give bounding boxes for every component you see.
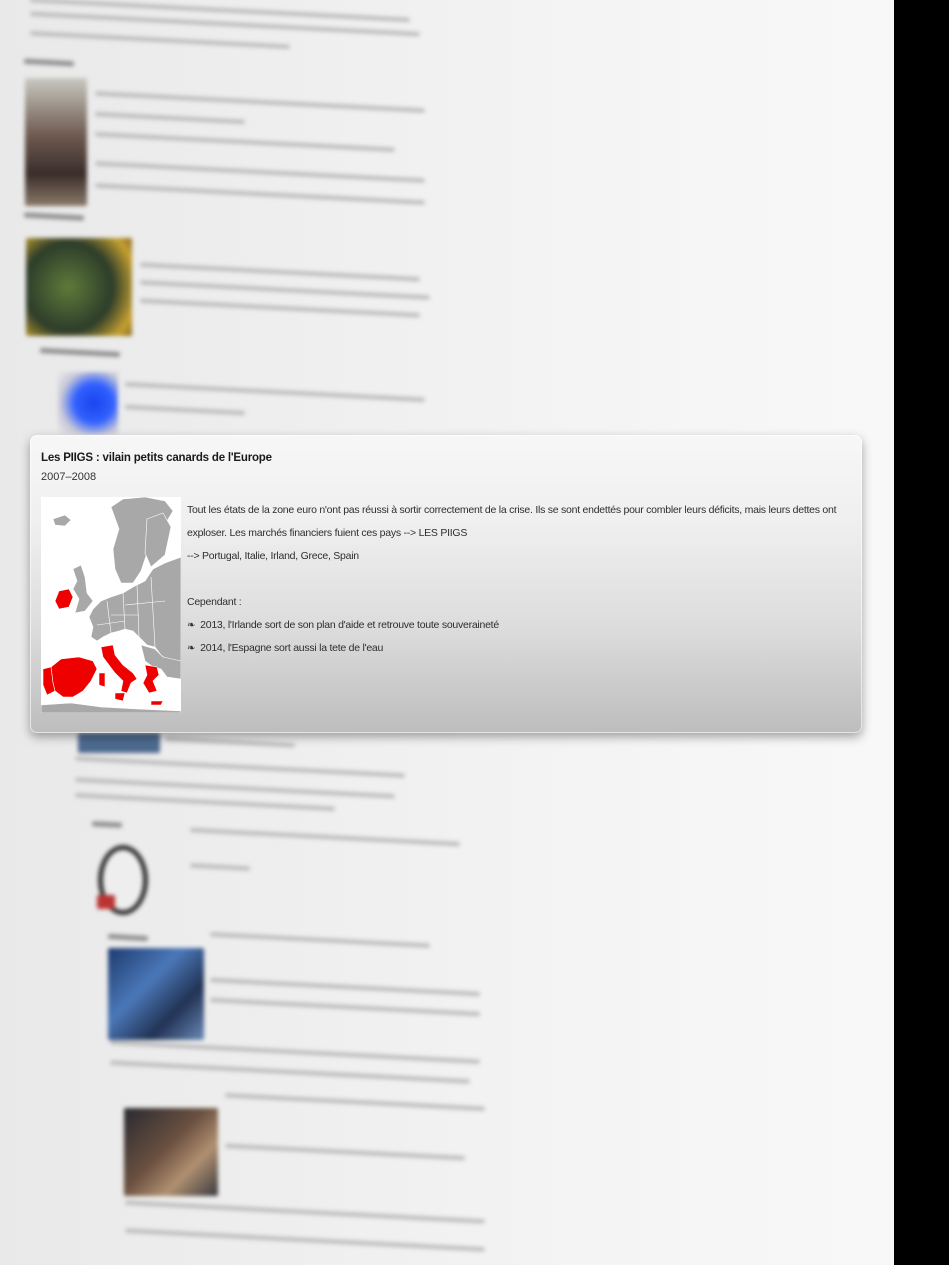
europe-map-svg (41, 497, 181, 713)
event-paragraph: Tout les états de la zone euro n'ont pas… (187, 504, 837, 539)
bullet-item: ❧ 2014, l'Espagne sort aussi la tete de … (187, 637, 852, 660)
event-card[interactable]: Les PIIGS : vilain petits canards de l'E… (30, 435, 862, 733)
fleuron-icon: ❧ (187, 643, 196, 654)
event-title: Les PIIGS : vilain petits canards de l'E… (41, 452, 272, 464)
bullet-text: 2014, l'Espagne sort aussi la tete de l'… (200, 642, 384, 654)
map-sardinia (98, 672, 106, 688)
screen-edge-band (894, 0, 949, 1265)
map-crete (150, 700, 164, 706)
europe-map-image[interactable] (41, 497, 181, 713)
event-description: Tout les états de la zone euro n'ont pas… (187, 499, 852, 660)
bullet-item: ❧ 2013, l'Irlande sort de son plan d'aid… (187, 614, 852, 637)
bullet-text: 2013, l'Irlande sort de son plan d'aide … (200, 619, 499, 631)
event-countries: --> Portugal, Italie, Irland, Grece, Spa… (187, 550, 359, 562)
fleuron-icon: ❧ (187, 620, 196, 631)
however-label: Cependant : (187, 596, 242, 608)
event-date: 2007–2008 (41, 471, 97, 483)
